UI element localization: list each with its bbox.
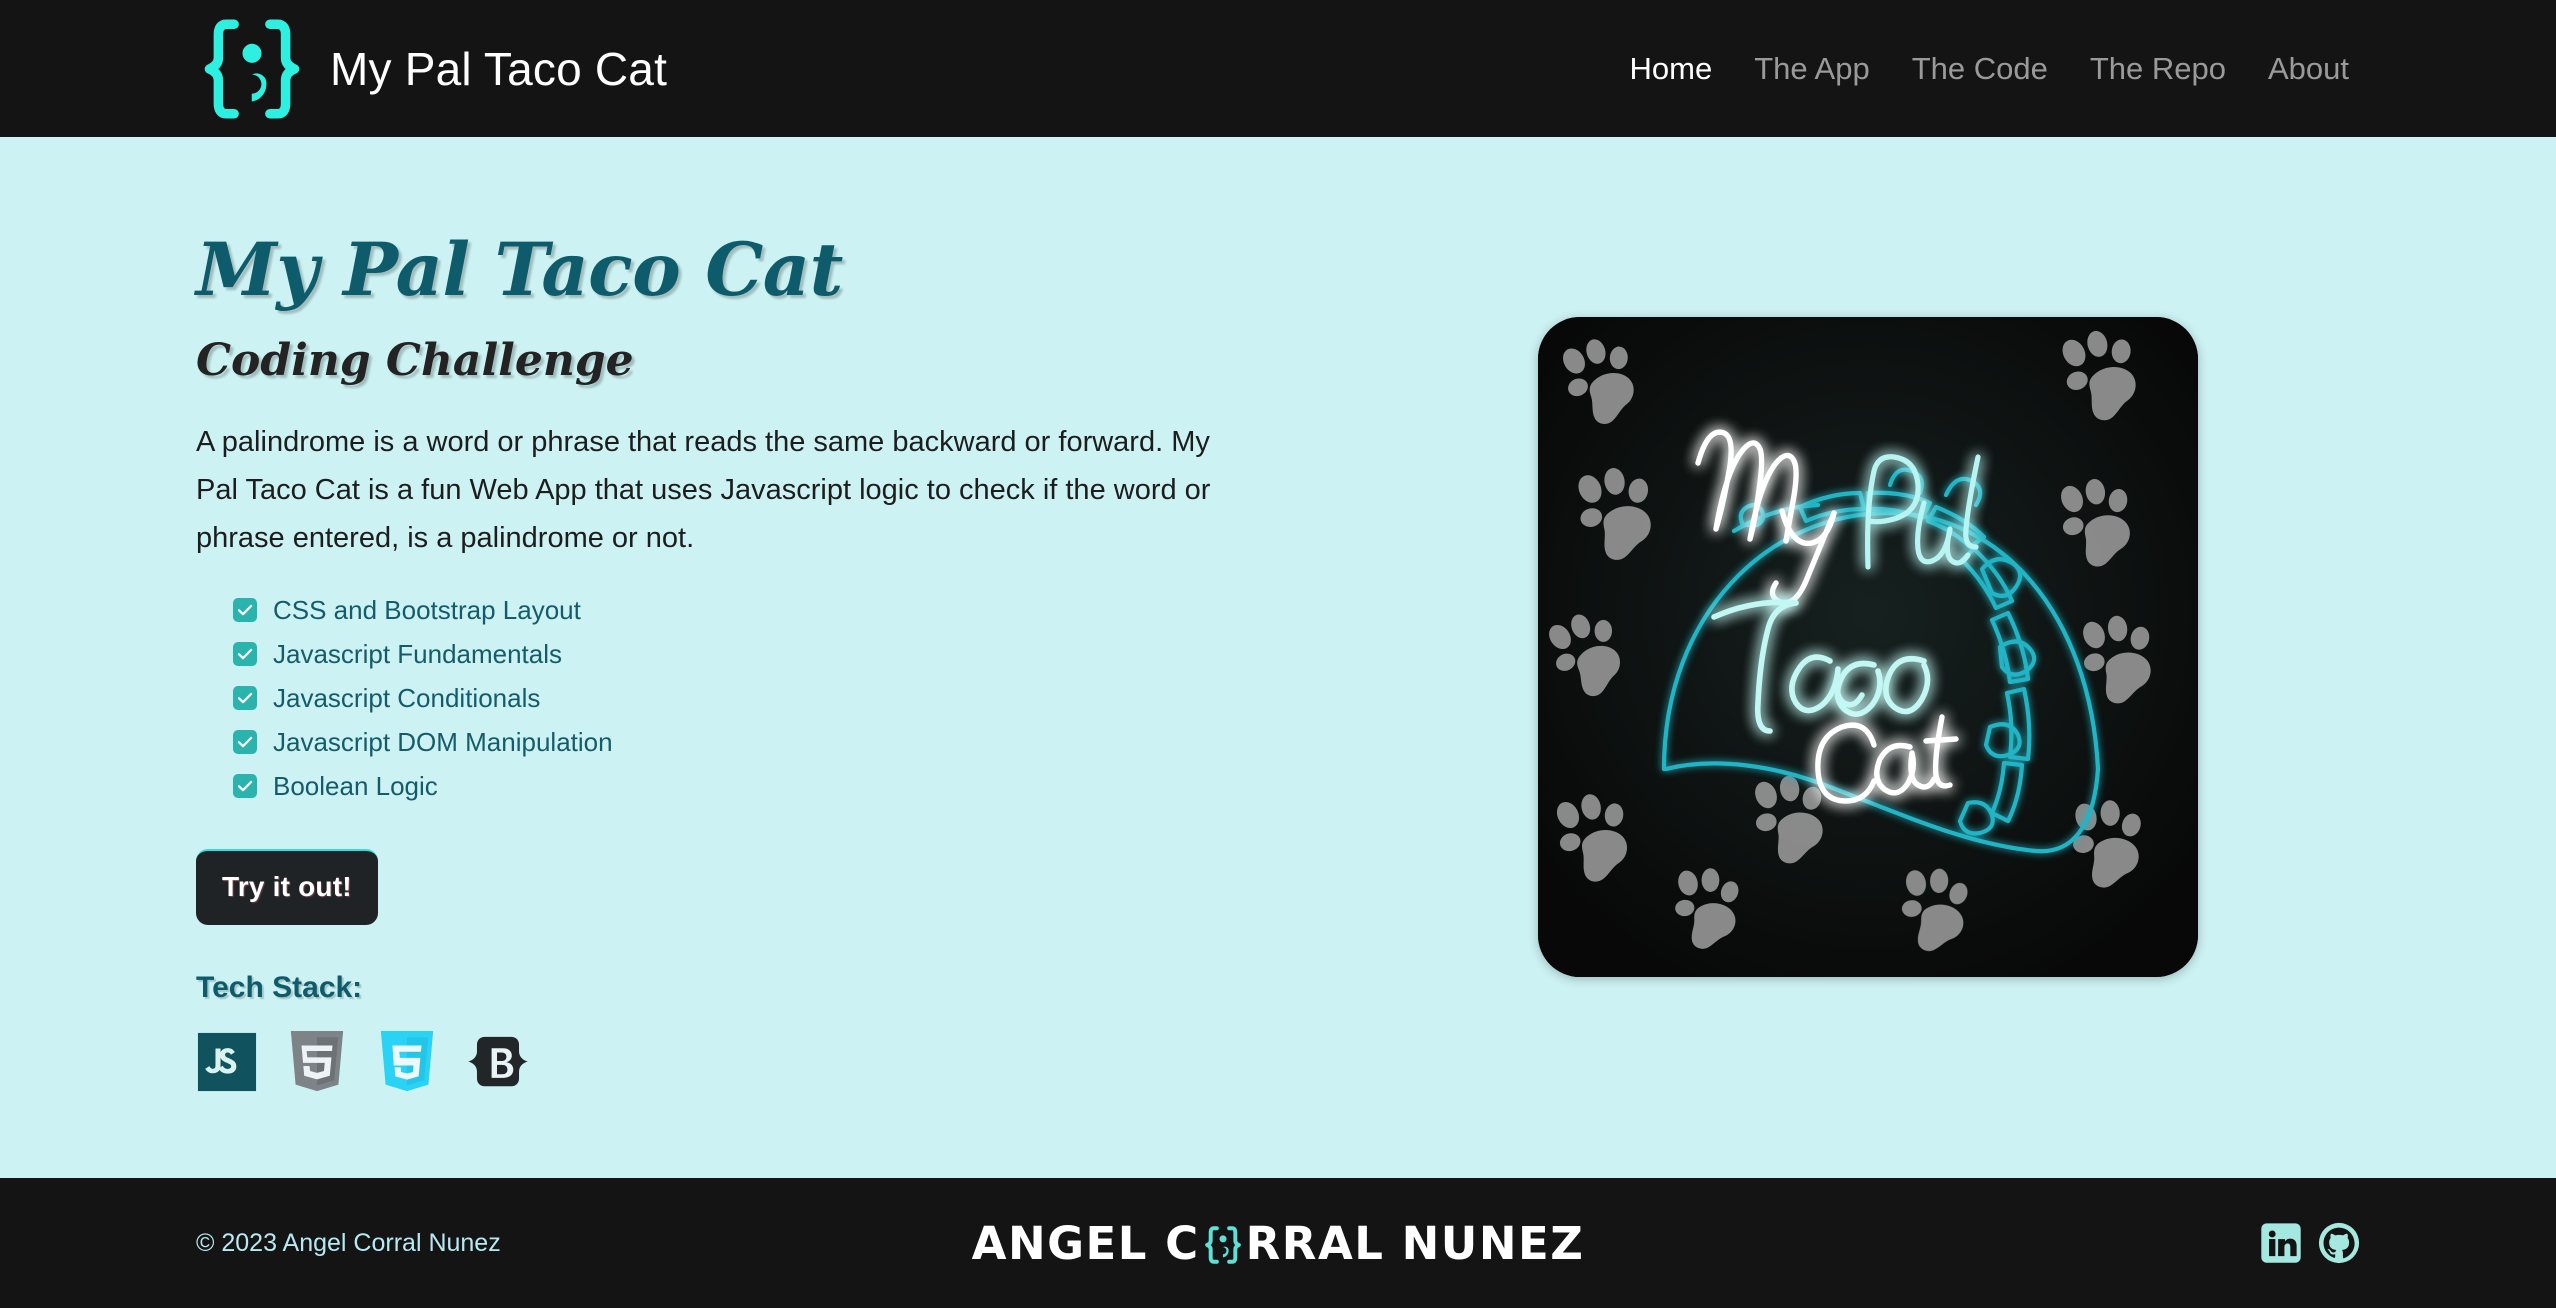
- page-title: My Pal Taco Cat: [196, 227, 843, 313]
- my-pal-taco-cat-neon-logo-image: [1538, 317, 2198, 977]
- html5-icon: [286, 1029, 348, 1100]
- nav-item-home[interactable]: Home: [1609, 45, 1734, 93]
- feature-label: CSS and Bootstrap Layout: [273, 594, 581, 625]
- bootstrap-icon: [466, 1033, 530, 1096]
- braces-semicolon-logo-icon: [196, 13, 308, 125]
- page-subtitle: Coding Challenge: [196, 335, 634, 386]
- site-footer: © 2023 Angel Corral Nunez ANGEL C RRAL N…: [0, 1178, 2556, 1308]
- check-icon: [233, 685, 257, 710]
- check-icon: [233, 597, 257, 622]
- nav-item-the-repo[interactable]: The Repo: [2069, 45, 2247, 93]
- linkedin-icon[interactable]: [2260, 1222, 2302, 1264]
- feature-list: CSS and Bootstrap Layout Javascript Fund…: [196, 597, 1376, 799]
- list-item: Javascript Fundamentals: [233, 641, 1376, 667]
- feature-label: Javascript Conditionals: [273, 682, 541, 713]
- javascript-icon: [196, 1031, 258, 1098]
- try-it-out-button[interactable]: Try it out!: [196, 848, 378, 925]
- social-links: [2260, 1222, 2360, 1264]
- feature-label: Javascript Fundamentals: [273, 638, 563, 669]
- tech-stack-icons: [196, 1029, 1376, 1100]
- page-root: My Pal Taco Cat Home The App The Code Th…: [0, 0, 2556, 1308]
- check-icon: [233, 641, 257, 666]
- main-content: My Pal Taco Cat Coding Challenge A palin…: [0, 137, 2556, 1178]
- brand-title: My Pal Taco Cat: [330, 42, 668, 95]
- braces-semicolon-logo-icon: [1201, 1223, 1245, 1267]
- hero-section: My Pal Taco Cat Coding Challenge A palin…: [0, 137, 2556, 1100]
- footer-brand-part2: RRAL NUNEZ: [1245, 1216, 1585, 1270]
- list-item: Boolean Logic: [233, 773, 1376, 799]
- feature-label: Boolean Logic: [273, 770, 438, 801]
- feature-label: Javascript DOM Manipulation: [273, 726, 613, 757]
- footer-brand-part1: ANGEL C: [971, 1216, 1200, 1270]
- hero-text-column: My Pal Taco Cat Coding Challenge A palin…: [196, 137, 1376, 1100]
- site-header: My Pal Taco Cat Home The App The Code Th…: [0, 0, 2556, 137]
- nav-item-about[interactable]: About: [2247, 45, 2370, 93]
- check-icon: [233, 729, 257, 754]
- list-item: Javascript Conditionals: [233, 685, 1376, 711]
- list-item: Javascript DOM Manipulation: [233, 729, 1376, 755]
- list-item: CSS and Bootstrap Layout: [233, 597, 1376, 623]
- hero-image-column: [1376, 137, 2360, 977]
- css3-icon: [376, 1029, 438, 1100]
- brand-link[interactable]: My Pal Taco Cat: [196, 13, 667, 125]
- nav-item-the-app[interactable]: The App: [1733, 45, 1890, 93]
- tech-stack-heading: Tech Stack:: [196, 970, 363, 1004]
- copyright-text: © 2023 Angel Corral Nunez: [196, 1228, 501, 1257]
- github-icon[interactable]: [2318, 1222, 2360, 1264]
- hero-description: A palindrome is a word or phrase that re…: [196, 426, 1211, 554]
- nav-item-the-code[interactable]: The Code: [1891, 45, 2069, 93]
- main-nav: Home The App The Code The Repo About: [1609, 45, 2370, 93]
- check-icon: [233, 773, 257, 798]
